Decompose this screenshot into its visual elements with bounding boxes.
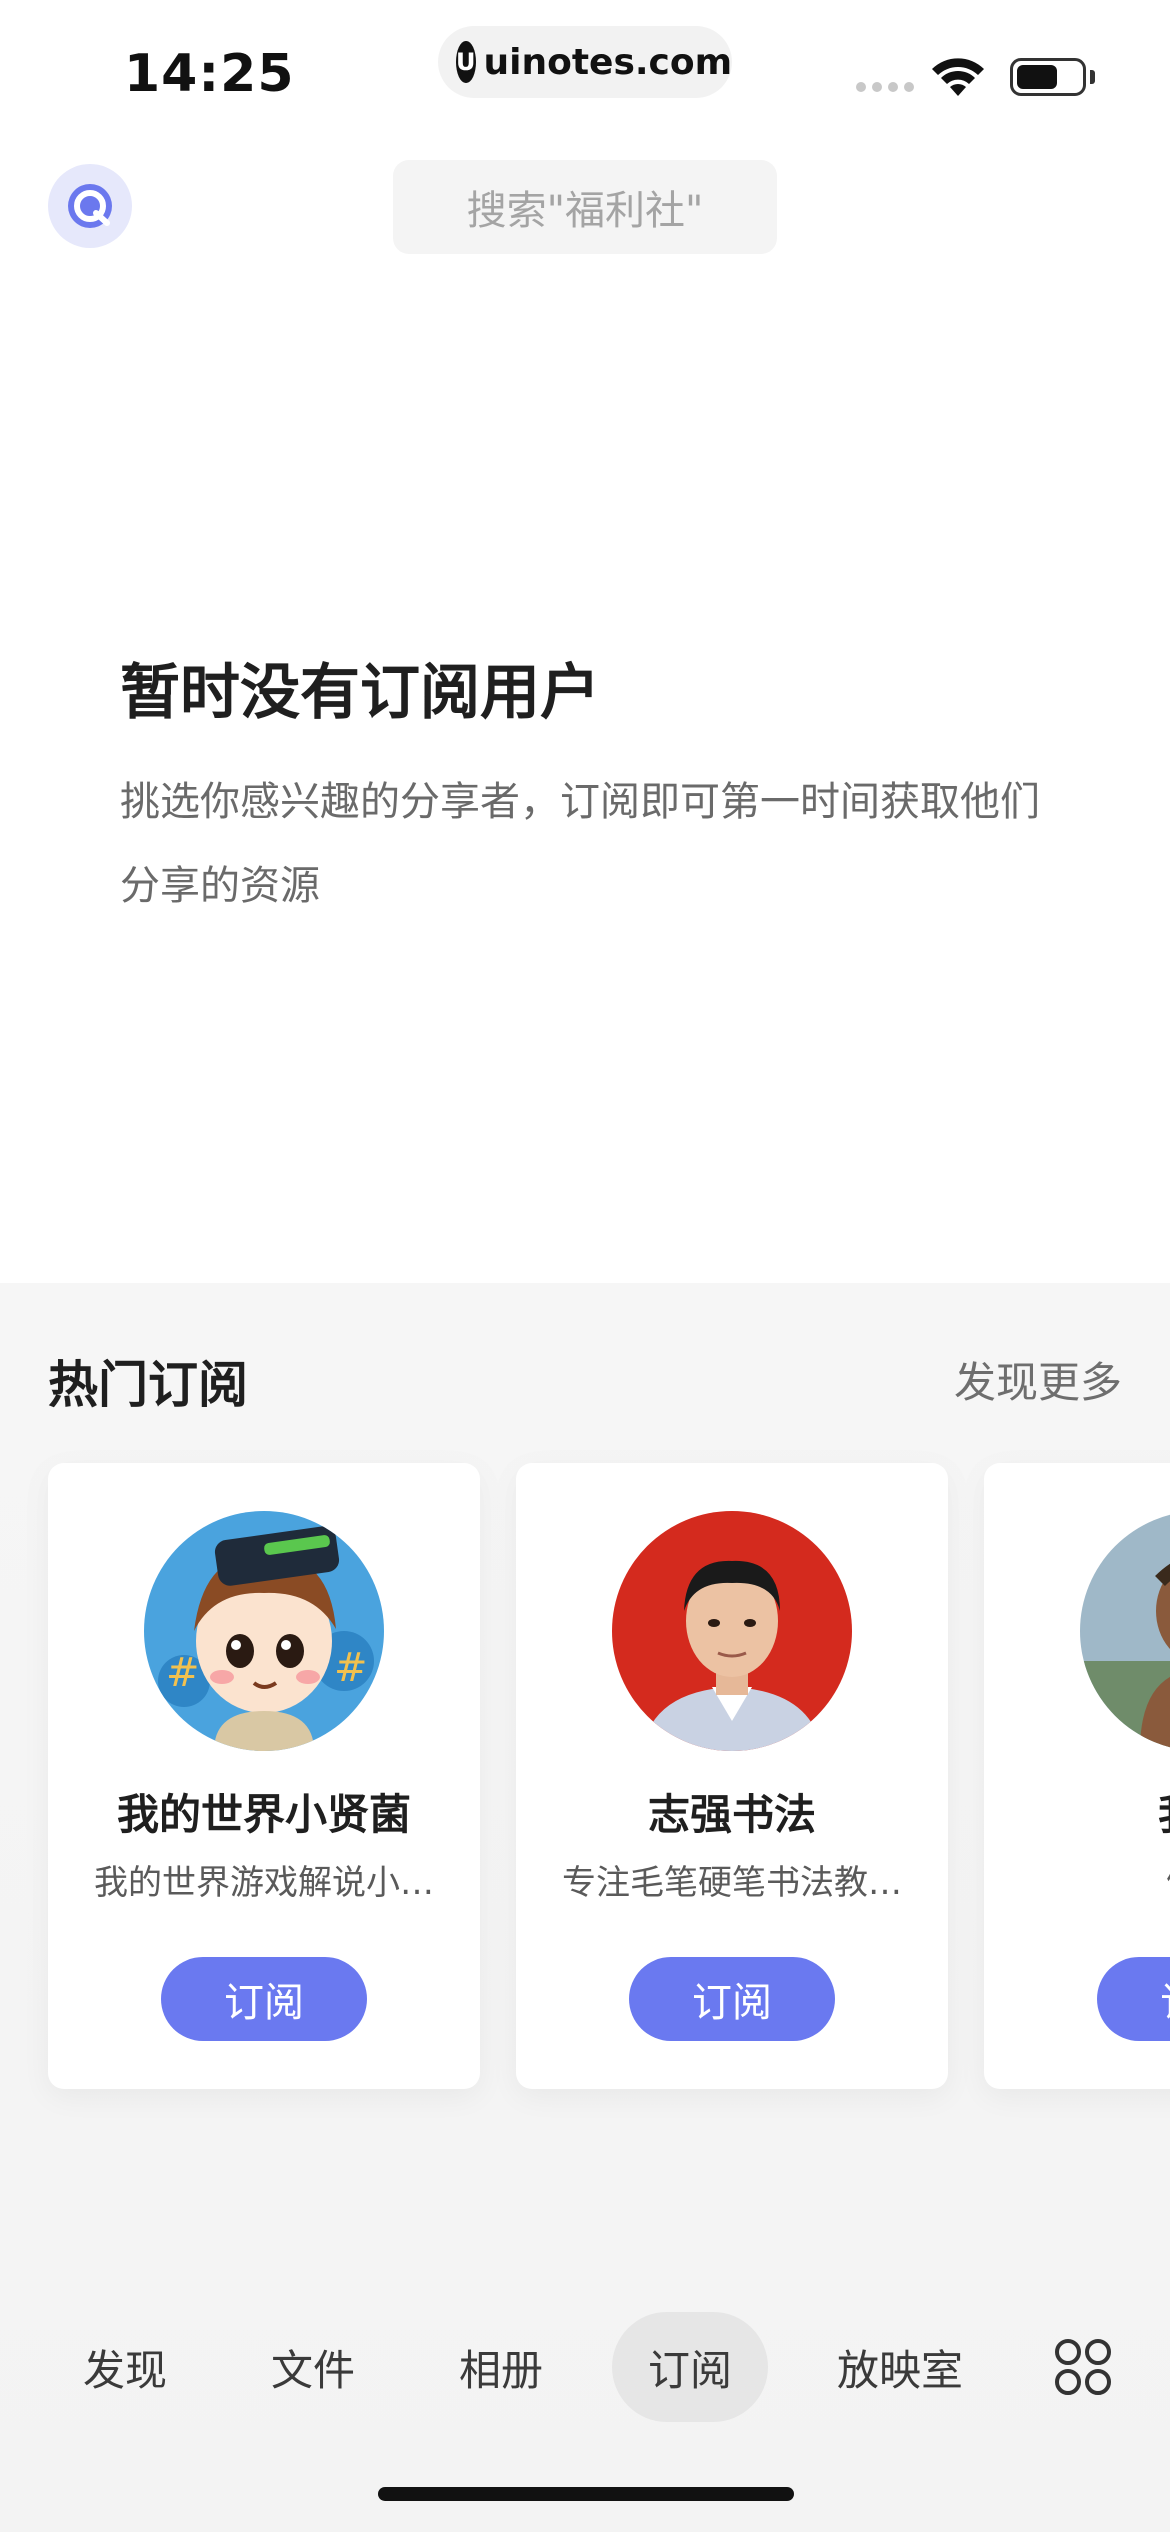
nav-tab-label: 发现 bbox=[82, 2345, 167, 2395]
grid-icon-glyph bbox=[1055, 2339, 1111, 2395]
creator-card[interactable]: 我是 健身 订阅 bbox=[984, 1463, 1170, 2089]
subscribe-button[interactable]: 订阅 bbox=[161, 1957, 367, 2041]
creator-name: 我是 bbox=[984, 1781, 1170, 1842]
page: 14:25 U uinotes.com 搜索"福利社" 暂时没有订阅用户 挑选你… bbox=[0, 0, 1170, 2532]
creator-description: 健身 bbox=[1008, 1855, 1170, 1904]
url-text: uinotes.com bbox=[483, 41, 733, 83]
discover-more-link[interactable]: 发现更多 bbox=[954, 1349, 1122, 1410]
empty-state-title: 暂时没有订阅用户 bbox=[120, 658, 600, 728]
creator-description: 专注毛笔硬笔书法教… bbox=[562, 1863, 902, 1903]
avatar: # # bbox=[144, 1511, 384, 1751]
empty-state-description: 挑选你感兴趣的分享者，订阅即可第一时间获取他们分享的资源 bbox=[120, 779, 1040, 909]
battery-tip bbox=[1090, 70, 1095, 84]
grid-icon[interactable] bbox=[1040, 2312, 1126, 2422]
search-placeholder: 搜索"福利社" bbox=[466, 188, 704, 234]
search-input[interactable]: 搜索"福利社" bbox=[393, 160, 777, 254]
battery-icon bbox=[1010, 58, 1086, 96]
nav-tab-theater[interactable]: 放映室 bbox=[816, 2312, 984, 2422]
nav-tab-album[interactable]: 相册 bbox=[432, 2312, 570, 2422]
hot-section-title: 热门订阅 bbox=[48, 1356, 248, 1414]
avatar bbox=[1080, 1511, 1170, 1751]
wifi-icon bbox=[932, 58, 984, 96]
nav-tab-files[interactable]: 文件 bbox=[244, 2312, 382, 2422]
nav-tab-label: 相册 bbox=[458, 2345, 543, 2395]
svg-text:#: # bbox=[334, 1645, 368, 1691]
bottom-nav: 发现 文件 相册 订阅 放映室 bbox=[0, 2312, 1170, 2422]
battery-level bbox=[1017, 65, 1057, 89]
creator-card[interactable]: # # 我的世界小贤菌 我的世界游戏解说小… 订阅 bbox=[48, 1463, 480, 2089]
nav-tab-label: 文件 bbox=[270, 2345, 355, 2395]
status-time: 14:25 bbox=[124, 44, 295, 104]
nav-tab-discover[interactable]: 发现 bbox=[56, 2312, 194, 2422]
nav-tab-label: 放映室 bbox=[836, 2345, 963, 2395]
svg-text:#: # bbox=[166, 1650, 200, 1696]
home-indicator[interactable] bbox=[378, 2487, 794, 2501]
cloud-swirl-icon bbox=[68, 184, 112, 228]
site-logo-icon: U bbox=[456, 41, 476, 83]
cellular-signal-icon bbox=[856, 82, 914, 92]
creator-card[interactable]: 志强书法 专注毛笔硬笔书法教… 订阅 bbox=[516, 1463, 948, 2089]
creator-name: 志强书法 bbox=[647, 1790, 816, 1839]
avatar bbox=[612, 1511, 852, 1751]
url-pill[interactable]: U uinotes.com bbox=[438, 26, 732, 98]
status-bar: 14:25 U uinotes.com bbox=[0, 0, 1170, 140]
nav-tab-subscribe[interactable]: 订阅 bbox=[612, 2312, 768, 2422]
creator-name: 我的世界小贤菌 bbox=[116, 1790, 411, 1839]
app-logo-icon[interactable] bbox=[48, 164, 132, 248]
nav-tab-label: 订阅 bbox=[647, 2345, 732, 2395]
subscribe-button[interactable]: 订阅 bbox=[1097, 1957, 1170, 2041]
creator-description: 我的世界游戏解说小… bbox=[94, 1863, 434, 1903]
subscribe-button[interactable]: 订阅 bbox=[629, 1957, 835, 2041]
